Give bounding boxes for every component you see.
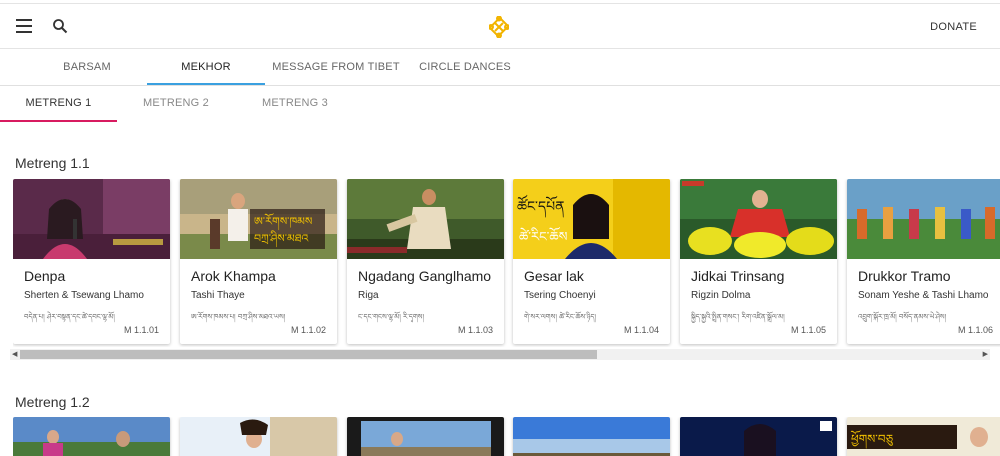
video-thumbnail	[680, 179, 837, 259]
top-app-bar: DONATE	[0, 3, 1000, 49]
search-icon[interactable]	[52, 18, 68, 34]
video-artist: Riga	[358, 290, 379, 301]
video-thumbnail	[180, 417, 337, 456]
video-title: Drukkor Tramo	[858, 268, 951, 284]
video-card[interactable]: Ngadang Ganglhamo Riga ང་དང་གངས་ལྷ་མོ། ར…	[347, 179, 504, 344]
endless-knot-icon[interactable]	[488, 15, 510, 39]
video-title: Denpa	[24, 268, 66, 284]
horizontal-scrollbar[interactable]: ◀ ▶	[10, 349, 990, 360]
video-card[interactable]: Denpa Sherten & Tsewang Lhamo བདེན་པ། ཤེ…	[13, 179, 170, 344]
video-thumbnail	[847, 179, 1000, 259]
main-tab-bar: BARSAM MEKHOR MESSAGE FROM TIBET CIRCLE …	[0, 49, 1000, 86]
video-card[interactable]: Drukkor Tramo Sonam Yeshe & Tashi Lhamo …	[847, 179, 1000, 344]
video-code: M 1.1.05	[790, 325, 826, 335]
video-card[interactable]: Jidkai Trinsang Rigzin Dolma སྐྱིད་སྐྱའི…	[680, 179, 837, 344]
sub-tab-bar: METRENG 1 METRENG 2 METRENG 3	[0, 86, 1000, 122]
video-card[interactable]: ཨ་རོགས་ཁམས བཀྲ་ཤིས་མཐའ Arok Khampa Tashi…	[180, 179, 337, 344]
video-thumbnail	[13, 179, 170, 259]
video-thumbnail	[680, 417, 837, 456]
video-carousel: ཕྱོགས་བཅུ	[13, 417, 1000, 456]
video-thumbnail	[513, 417, 670, 456]
tab-mekhor[interactable]: MEKHOR	[147, 49, 265, 85]
video-title: Arok Khampa	[191, 268, 276, 284]
scrollbar-thumb[interactable]	[20, 350, 597, 359]
video-artist: Sonam Yeshe & Tashi Lhamo	[858, 290, 989, 301]
donate-button[interactable]: DONATE	[930, 21, 977, 33]
scroll-right-arrow-icon[interactable]: ▶	[983, 350, 988, 358]
video-code: M 1.1.02	[290, 325, 326, 335]
video-thumbnail: ཨ་རོགས་ཁམས བཀྲ་ཤིས་མཐའ	[180, 179, 337, 259]
section-title: Metreng 1.2	[15, 394, 90, 410]
video-card[interactable]: ཕྱོགས་བཅུ	[847, 417, 1000, 456]
video-card[interactable]	[13, 417, 170, 456]
tab-circle-dances[interactable]: CIRCLE DANCES	[408, 49, 522, 85]
video-artist: Tashi Thaye	[191, 290, 245, 301]
video-title: Jidkai Trinsang	[691, 268, 785, 284]
video-card[interactable]	[680, 417, 837, 456]
video-title: Ngadang Ganglhamo	[358, 268, 492, 284]
video-title: Gesar lak	[524, 268, 584, 284]
video-card[interactable]	[513, 417, 670, 456]
video-code: M 1.1.03	[457, 325, 493, 335]
video-artist: Sherten & Tsewang Lhamo	[24, 290, 144, 301]
video-card[interactable]	[347, 417, 504, 456]
video-card[interactable]: ཚོང་དཔོན ཚེ་རིང་ཆོས Gesar lak Tsering Ch…	[513, 179, 670, 344]
video-code: M 1.1.04	[623, 325, 659, 335]
video-thumbnail	[347, 417, 504, 456]
video-card[interactable]	[180, 417, 337, 456]
scroll-left-arrow-icon[interactable]: ◀	[12, 350, 17, 358]
video-carousel: Denpa Sherten & Tsewang Lhamo བདེན་པ། ཤེ…	[13, 179, 1000, 347]
video-thumbnail	[13, 417, 170, 456]
hamburger-menu-icon[interactable]	[16, 19, 32, 33]
video-thumbnail	[347, 179, 504, 259]
tab-barsam[interactable]: BARSAM	[28, 49, 146, 85]
video-artist: Rigzin Dolma	[691, 290, 751, 301]
section-title: Metreng 1.1	[15, 155, 90, 171]
video-code: M 1.1.06	[957, 325, 993, 335]
tab-metreng-1[interactable]: METRENG 1	[0, 86, 117, 122]
video-thumbnail: ཚོང་དཔོན ཚེ་རིང་ཆོས	[513, 179, 670, 259]
tab-message-from-tibet[interactable]: MESSAGE FROM TIBET	[266, 49, 406, 85]
tab-metreng-2[interactable]: METRENG 2	[117, 86, 235, 122]
video-thumbnail: ཕྱོགས་བཅུ	[847, 417, 1000, 456]
video-artist: Tsering Choenyi	[524, 290, 596, 301]
tab-metreng-3[interactable]: METRENG 3	[236, 86, 354, 122]
video-code: M 1.1.01	[123, 325, 159, 335]
